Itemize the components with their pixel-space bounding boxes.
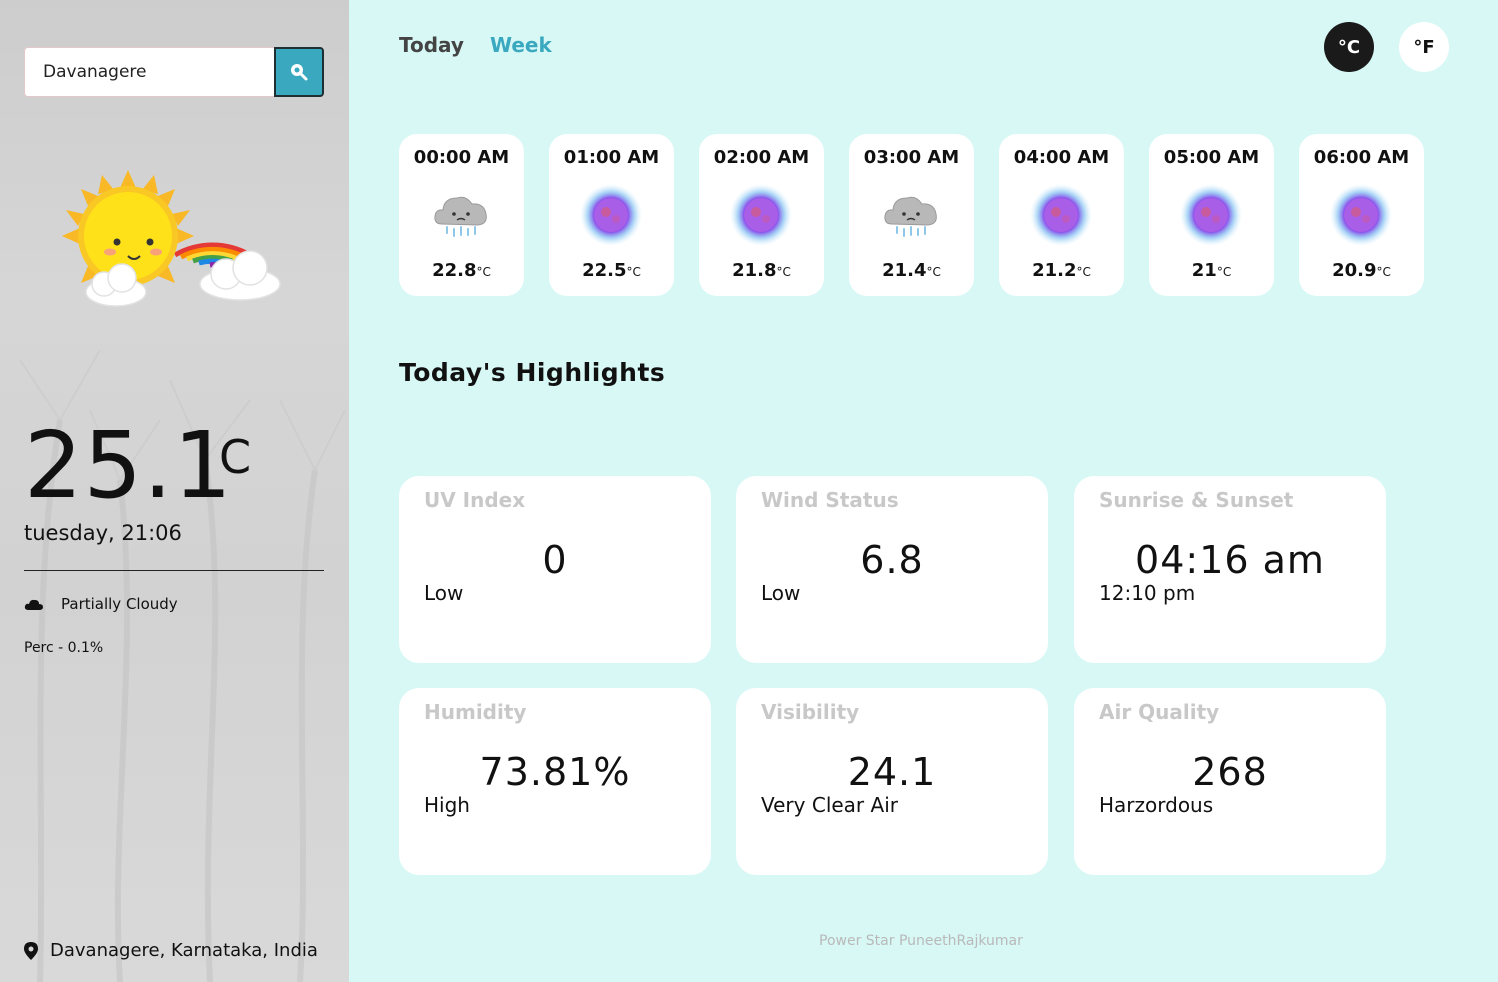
hour-card: 00:00 AM 22.8°C [399, 134, 524, 296]
sunrise-value: 04:16 am [1135, 538, 1325, 582]
air-quality-card: Air Quality 268 Harzordous [1074, 688, 1386, 875]
fahrenheit-button[interactable]: °F [1399, 22, 1449, 72]
hour-temp: 21.2°C [999, 260, 1124, 281]
hour-temp-unit: °C [776, 265, 791, 279]
card-value: 73.81% [479, 750, 631, 794]
hour-time: 01:00 AM [563, 147, 660, 168]
weather-condition: Partially Cloudy [24, 595, 178, 613]
humidity-card: Humidity 73.81% High [399, 688, 711, 875]
divider [24, 570, 324, 571]
card-status: Very Clear Air [761, 793, 898, 817]
card-value: 268 [1192, 750, 1268, 794]
card-title: Humidity [424, 700, 527, 724]
current-temperature: 25.1 C [24, 412, 251, 519]
hour-temp-value: 20.9 [1332, 260, 1377, 281]
hour-time: 06:00 AM [1313, 147, 1410, 168]
visibility-card: Visibility 24.1 Very Clear Air [736, 688, 1048, 875]
search-input[interactable] [24, 47, 275, 97]
card-value: 0 [542, 538, 568, 582]
uv-index-card: UV Index 0 Low [399, 476, 711, 663]
moon-orb-icon [1180, 184, 1242, 246]
sunset-value: 12:10 pm [1099, 581, 1196, 605]
hour-temp-value: 21.4 [882, 260, 927, 281]
moon-orb-icon [730, 184, 792, 246]
search-box [24, 47, 324, 97]
hour-temp: 21°C [1149, 260, 1274, 281]
hour-time: 05:00 AM [1163, 147, 1260, 168]
hour-temp: 22.8°C [399, 260, 524, 281]
card-title: Sunrise & Sunset [1099, 488, 1294, 512]
hour-temp: 20.9°C [1299, 260, 1424, 281]
moon-orb-icon [1330, 184, 1392, 246]
search-button[interactable] [274, 47, 324, 97]
hour-temp-unit: °C [626, 265, 641, 279]
hour-card: 04:00 AM 21.2°C [999, 134, 1124, 296]
hour-temp-value: 21.8 [732, 260, 777, 281]
hour-temp-value: 22.5 [582, 260, 627, 281]
hour-time: 03:00 AM [863, 147, 960, 168]
main-panel: Today Week °C °F 00:00 AM 22.8°C 01:00 AM 2… [349, 0, 1498, 982]
rain-cloud-icon [880, 184, 942, 246]
hour-temp-unit: °C [926, 265, 941, 279]
highlights-title: Today's Highlights [399, 358, 666, 387]
location: Davanagere, Karnataka, India [24, 940, 318, 961]
temperature-value: 25.1 [24, 412, 233, 519]
tab-today[interactable]: Today [399, 33, 464, 57]
card-status: High [424, 793, 470, 817]
hour-card: 02:00 AM 21.8°C [699, 134, 824, 296]
hour-card: 03:00 AM 21.4°C [849, 134, 974, 296]
wind-status-card: Wind Status 6.8 Low [736, 476, 1048, 663]
hour-temp-unit: °C [1216, 265, 1232, 279]
card-status: Low [424, 581, 464, 605]
hour-temp-unit: °C [1376, 265, 1391, 279]
hour-temp: 21.4°C [849, 260, 974, 281]
hour-temp-value: 22.8 [432, 260, 477, 281]
hour-card: 01:00 AM 22.5°C [549, 134, 674, 296]
card-value: 6.8 [860, 538, 924, 582]
moon-orb-icon [1030, 184, 1092, 246]
location-pin-icon [24, 941, 38, 960]
hour-temp-value: 21.2 [1032, 260, 1077, 281]
date-time: tuesday, 21:06 [24, 521, 182, 545]
search-icon [291, 64, 308, 81]
location-label: Davanagere, Karnataka, India [50, 940, 318, 961]
hour-card: 06:00 AM 20.9°C [1299, 134, 1424, 296]
card-status: Harzordous [1099, 793, 1214, 817]
card-value: 24.1 [847, 750, 937, 794]
hour-time: 04:00 AM [1013, 147, 1110, 168]
sunrise-sunset-card: Sunrise & Sunset 04:16 am 12:10 pm [1074, 476, 1386, 663]
sidebar: 25.1 C tuesday, 21:06 Partially Cloudy P… [0, 0, 349, 982]
card-title: UV Index [424, 488, 526, 512]
card-title: Air Quality [1099, 700, 1220, 724]
view-tabs: Today Week [399, 33, 552, 57]
temperature-unit: C [219, 430, 252, 484]
cloud-icon [24, 599, 43, 610]
card-title: Wind Status [761, 488, 899, 512]
celsius-button[interactable]: °C [1324, 22, 1374, 72]
hour-temp-unit: °C [1076, 265, 1091, 279]
hour-time: 00:00 AM [413, 147, 510, 168]
condition-label: Partially Cloudy [61, 595, 178, 613]
hour-time: 02:00 AM [713, 147, 810, 168]
hourly-forecast: 00:00 AM 22.8°C 01:00 AM 22.5°C 02:00 AM 21.8… [399, 134, 1424, 296]
hour-temp-value: 21 [1191, 260, 1217, 281]
hour-temp-unit: °C [476, 265, 491, 279]
card-title: Visibility [761, 700, 860, 724]
hour-temp: 22.5°C [549, 260, 674, 281]
hour-card: 05:00 AM 21°C [1149, 134, 1274, 296]
footer-credit: Power Star PuneethRajkumar [819, 933, 1023, 949]
sun-rainbow-icon [62, 170, 281, 307]
card-status: Low [761, 581, 801, 605]
precipitation: Perc - 0.1% [24, 640, 104, 656]
rain-cloud-icon [430, 184, 492, 246]
hour-temp: 21.8°C [699, 260, 824, 281]
moon-orb-icon [580, 184, 642, 246]
tab-week[interactable]: Week [490, 33, 552, 57]
